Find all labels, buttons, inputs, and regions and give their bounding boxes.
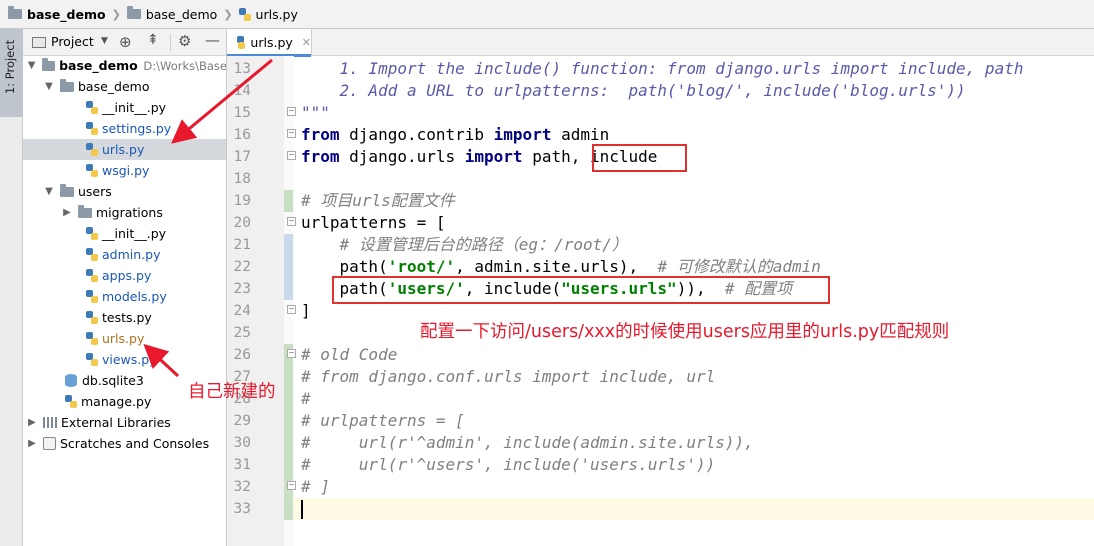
annotation-arrows	[143, 58, 273, 378]
arrow-to-users-urls	[143, 343, 180, 378]
arrow-to-tab	[171, 58, 273, 144]
